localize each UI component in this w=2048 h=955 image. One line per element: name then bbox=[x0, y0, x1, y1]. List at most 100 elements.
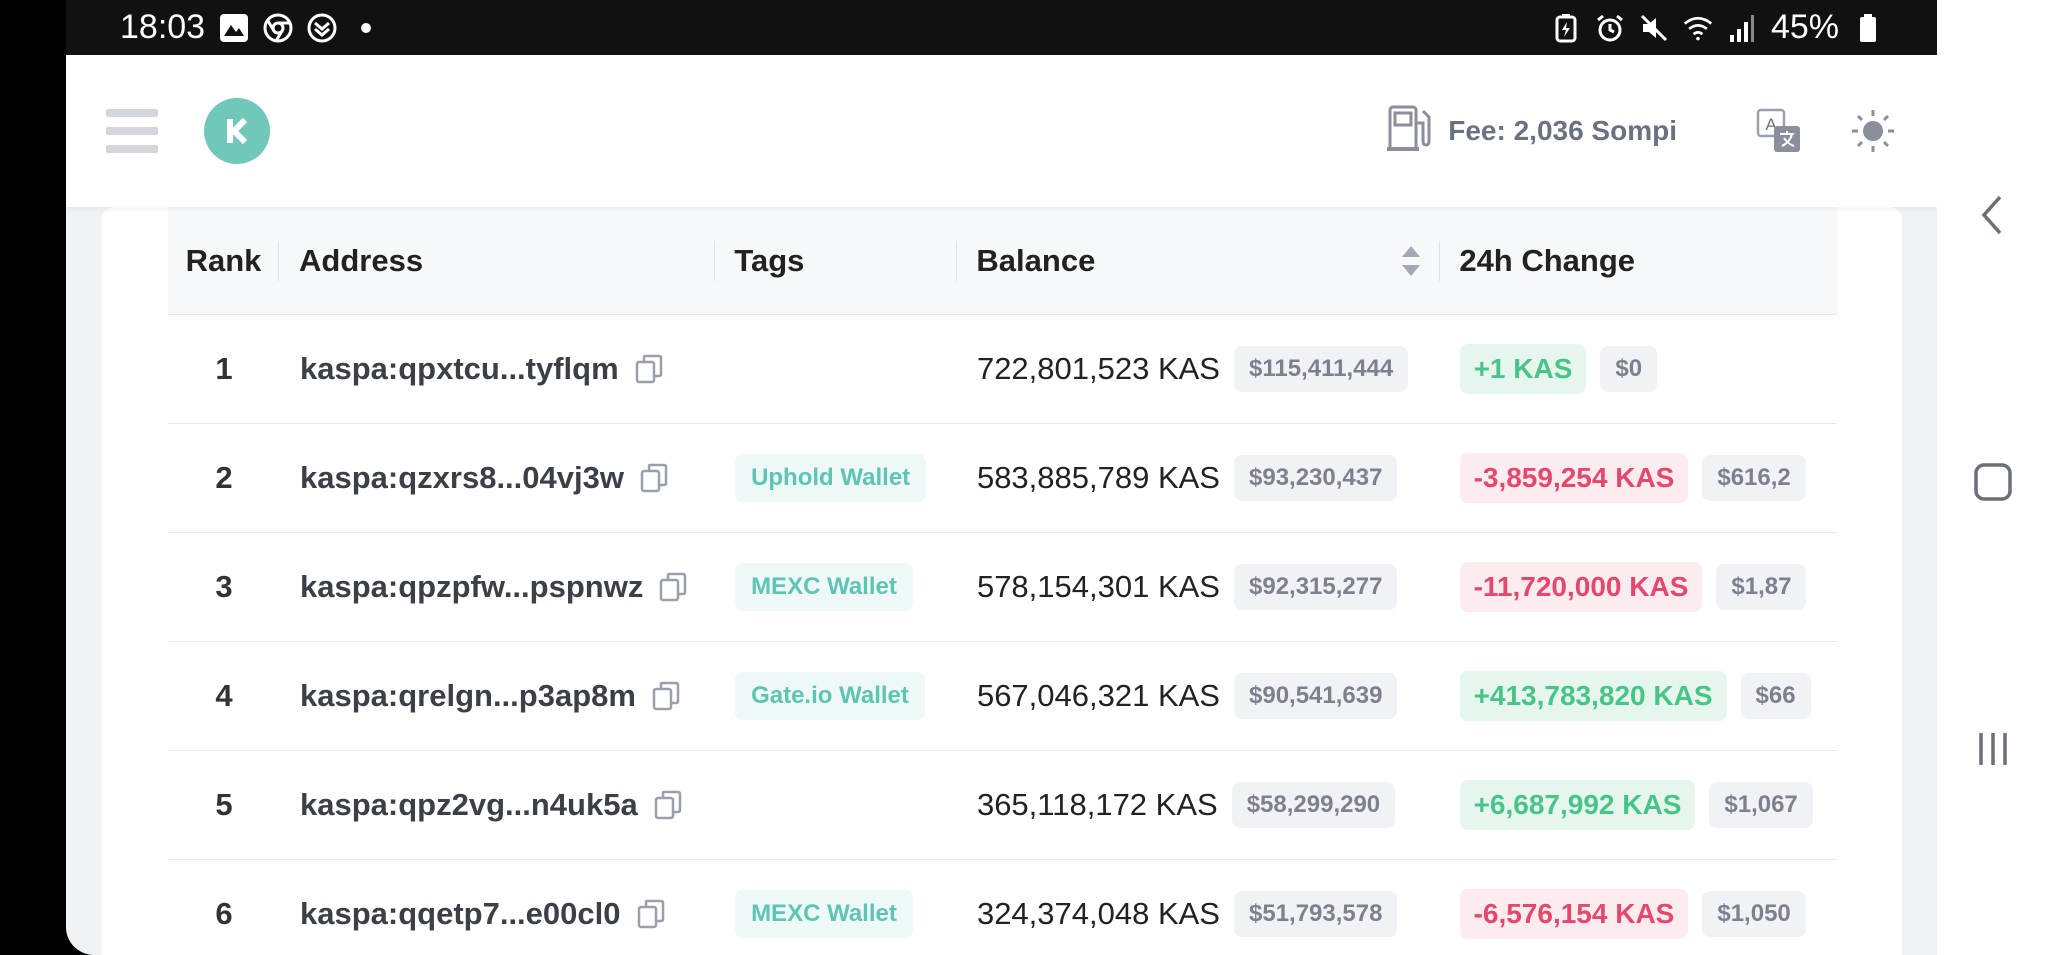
recents-icon[interactable] bbox=[1937, 704, 2048, 794]
change-usd: $616,2 bbox=[1702, 455, 1806, 501]
tags-cell: MEXC Wallet bbox=[716, 533, 958, 641]
app-header: Fee: 2,036 Sompi A bbox=[66, 55, 1937, 207]
balance-cell: 722,801,523 KAS $115,411,444 bbox=[958, 315, 1441, 423]
fee-indicator: Fee: 2,036 Sompi bbox=[1386, 103, 1677, 160]
address-link[interactable]: kaspa:qzxrs8...04vj3w bbox=[300, 460, 624, 496]
table-body: 1 kaspa:qpxtcu...tyflqm 722,801,523 KAS $11… bbox=[168, 315, 1837, 955]
home-icon[interactable] bbox=[1937, 437, 2048, 527]
balance-value: 324,374,048 KAS bbox=[976, 896, 1220, 931]
translate-icon[interactable]: A bbox=[1755, 107, 1803, 155]
change-value: -11,720,000 KAS bbox=[1459, 562, 1703, 612]
change-cell: -6,576,154 KAS $1,050 bbox=[1441, 860, 1837, 955]
address-cell: kaspa:qpz2vg...n4uk5a bbox=[280, 751, 716, 859]
change-usd: $1,87 bbox=[1716, 564, 1807, 610]
change-cell: +6,687,992 KAS $1,067 bbox=[1441, 751, 1837, 859]
address-cell: kaspa:qqetp7...e00cl0 bbox=[280, 860, 716, 955]
rank-value: 4 bbox=[215, 678, 233, 713]
fee-label: Fee: 2,036 Sompi bbox=[1448, 115, 1677, 146]
balance-cell: 578,154,301 KAS $92,315,277 bbox=[958, 533, 1441, 641]
table-header: Rank Address Tags Balance 24h Change bbox=[168, 207, 1837, 315]
rank-value: 6 bbox=[215, 896, 233, 931]
balance-cell: 583,885,789 KAS $93,230,437 bbox=[958, 424, 1441, 532]
column-change: 24h Change bbox=[1440, 207, 1837, 314]
table-row[interactable]: 4 kaspa:qrelgn...p3ap8m Gate.io Wallet 567,… bbox=[168, 642, 1837, 751]
address-cell: kaspa:qzxrs8...04vj3w bbox=[280, 424, 716, 532]
mute-icon bbox=[1639, 13, 1669, 43]
copy-icon[interactable] bbox=[635, 354, 663, 384]
change-usd: $1,067 bbox=[1709, 782, 1813, 828]
addresses-table: Rank Address Tags Balance 24h Change 1 ka… bbox=[168, 207, 1837, 955]
table-row[interactable]: 6 kaspa:qqetp7...e00cl0 MEXC Wallet 324,374… bbox=[168, 860, 1837, 955]
back-icon[interactable] bbox=[1937, 170, 2048, 260]
tags-cell: Uphold Wallet bbox=[716, 424, 958, 532]
table-row[interactable]: 3 kaspa:qpzpfw...pspnwz MEXC Wallet 578,154… bbox=[168, 533, 1837, 642]
menu-icon[interactable] bbox=[106, 109, 158, 153]
column-balance-label: Balance bbox=[976, 242, 1096, 278]
column-rank: Rank bbox=[168, 207, 280, 314]
system-nav-bar bbox=[1937, 0, 2048, 955]
battery-saver-icon bbox=[1551, 13, 1581, 43]
address-link[interactable]: kaspa:qpxtcu...tyflqm bbox=[300, 351, 619, 387]
column-address-label: Address bbox=[299, 242, 424, 278]
address-link[interactable]: kaspa:qrelgn...p3ap8m bbox=[300, 678, 636, 714]
copy-icon[interactable] bbox=[637, 899, 665, 929]
gallery-icon bbox=[219, 13, 249, 43]
address-link[interactable]: kaspa:qqetp7...e00cl0 bbox=[300, 896, 621, 932]
copy-icon[interactable] bbox=[652, 681, 680, 711]
sort-icon[interactable] bbox=[1400, 243, 1422, 279]
change-usd: $0 bbox=[1600, 346, 1658, 392]
top-addresses-card: Rank Address Tags Balance 24h Change 1 ka… bbox=[102, 207, 1902, 955]
balance-usd: $90,541,639 bbox=[1234, 673, 1398, 719]
app-screen: Fee: 2,036 Sompi A Rank Address Tags Bal… bbox=[66, 55, 1937, 955]
address-link[interactable]: kaspa:qpzpfw...pspnwz bbox=[300, 569, 643, 605]
rank-cell: 3 bbox=[168, 533, 280, 641]
wallet-tag[interactable]: MEXC Wallet bbox=[735, 563, 913, 611]
balance-value: 365,118,172 KAS bbox=[976, 787, 1218, 822]
address-link[interactable]: kaspa:qpz2vg...n4uk5a bbox=[300, 787, 638, 823]
change-cell: -3,859,254 KAS $616,2 bbox=[1441, 424, 1837, 532]
copy-icon[interactable] bbox=[654, 790, 682, 820]
rank-value: 1 bbox=[215, 351, 233, 386]
status-bar: 18:03 45% bbox=[66, 0, 1937, 55]
rank-cell: 4 bbox=[168, 642, 280, 750]
battery-level: 45% bbox=[1770, 8, 1839, 46]
balance-usd: $92,315,277 bbox=[1234, 564, 1398, 610]
rank-cell: 2 bbox=[168, 424, 280, 532]
change-value: +1 KAS bbox=[1459, 344, 1587, 394]
balance-value: 578,154,301 KAS bbox=[976, 569, 1220, 604]
change-usd: $1,050 bbox=[1702, 891, 1806, 937]
copy-icon[interactable] bbox=[659, 572, 687, 602]
rank-cell: 5 bbox=[168, 751, 280, 859]
column-address: Address bbox=[279, 207, 716, 314]
column-balance[interactable]: Balance bbox=[957, 207, 1441, 314]
address-cell: kaspa:qrelgn...p3ap8m bbox=[280, 642, 716, 750]
table-row[interactable]: 2 kaspa:qzxrs8...04vj3w Uphold Wallet 583,8… bbox=[168, 424, 1837, 533]
balance-cell: 365,118,172 KAS $58,299,290 bbox=[958, 751, 1441, 859]
change-cell: -11,720,000 KAS $1,87 bbox=[1441, 533, 1837, 641]
balance-cell: 324,374,048 KAS $51,793,578 bbox=[958, 860, 1441, 955]
rank-value: 2 bbox=[215, 460, 233, 495]
battery-icon bbox=[1853, 13, 1883, 43]
balance-value: 722,801,523 KAS bbox=[976, 351, 1220, 386]
change-value: -3,859,254 KAS bbox=[1459, 453, 1689, 503]
kaspa-logo[interactable] bbox=[204, 98, 270, 164]
wallet-tag[interactable]: Uphold Wallet bbox=[735, 454, 927, 502]
balance-cell: 567,046,321 KAS $90,541,639 bbox=[958, 642, 1441, 750]
copy-icon[interactable] bbox=[640, 463, 668, 493]
balance-usd: $93,230,437 bbox=[1234, 455, 1398, 501]
address-cell: kaspa:qpzpfw...pspnwz bbox=[280, 533, 716, 641]
gas-pump-icon bbox=[1386, 103, 1432, 160]
dot-icon bbox=[351, 13, 381, 43]
table-row[interactable]: 5 kaspa:qpz2vg...n4uk5a 365,118,172 KAS $58… bbox=[168, 751, 1837, 860]
rank-value: 5 bbox=[215, 787, 233, 822]
balance-value: 583,885,789 KAS bbox=[976, 460, 1220, 495]
change-cell: +1 KAS $0 bbox=[1441, 315, 1837, 423]
theme-toggle-icon[interactable] bbox=[1849, 107, 1897, 155]
change-cell: +413,783,820 KAS $66 bbox=[1441, 642, 1837, 750]
chrome-icon bbox=[263, 13, 293, 43]
rank-cell: 6 bbox=[168, 860, 280, 955]
wallet-tag[interactable]: Gate.io Wallet bbox=[735, 672, 925, 720]
column-change-label: 24h Change bbox=[1459, 242, 1636, 278]
wallet-tag[interactable]: MEXC Wallet bbox=[735, 890, 913, 938]
table-row[interactable]: 1 kaspa:qpxtcu...tyflqm 722,801,523 KAS $11… bbox=[168, 315, 1837, 424]
